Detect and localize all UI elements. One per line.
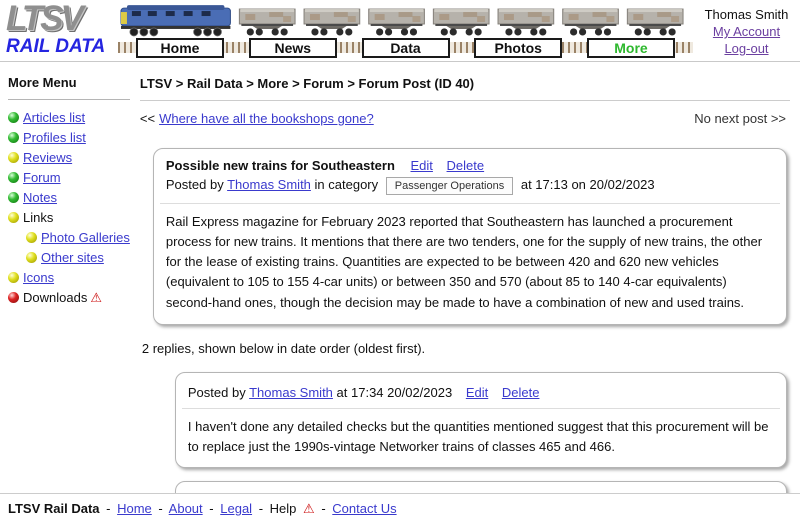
reply-body: I haven't done any detailed checks but t… xyxy=(188,417,774,457)
next-post-text: No next post >> xyxy=(694,111,790,126)
replies-summary: 2 replies, shown below in date order (ol… xyxy=(142,341,790,356)
breadcrumb: LTSV > Rail Data > More > Forum > Forum … xyxy=(140,76,790,91)
prev-post: << Where have all the bookshops gone? xyxy=(140,111,374,126)
sidebar-link-photo-galleries[interactable]: Photo Galleries xyxy=(41,230,130,245)
sidebar: More Menu Articles list Profiles list Re… xyxy=(0,62,136,311)
nav-tab-photos[interactable]: Photos xyxy=(474,38,562,58)
site-header: LTSV RAIL DATA xyxy=(0,0,800,62)
warning-icon: ⚠ xyxy=(90,290,102,305)
sidebar-item-reviews: Reviews xyxy=(8,150,130,165)
sidebar-link-notes[interactable]: Notes xyxy=(23,190,57,205)
footer-separator: - xyxy=(106,501,110,516)
main-nav: Home News Data Photos More xyxy=(118,37,693,58)
yellow-ball-icon xyxy=(8,272,19,283)
sidebar-item-photo-galleries: Photo Galleries xyxy=(26,230,130,245)
post-body: Rail Express magazine for February 2023 … xyxy=(166,212,774,313)
post-pagination: << Where have all the bookshops gone? No … xyxy=(140,111,790,126)
nav-tab-home[interactable]: Home xyxy=(136,38,224,58)
user-panel: Thomas Smith My Account Log-out xyxy=(693,0,800,61)
footer-help-label: Help xyxy=(270,501,297,516)
locomotive xyxy=(121,5,230,36)
train-banner: Home News Data Photos More xyxy=(118,0,693,61)
footer-about-link[interactable]: About xyxy=(169,501,203,516)
reply-edit-link[interactable]: Edit xyxy=(466,385,488,400)
post-delete-link[interactable]: Delete xyxy=(447,158,485,173)
yellow-ball-icon xyxy=(26,252,37,263)
sidebar-item-icons: Icons xyxy=(8,270,130,285)
post-title: Possible new trains for Southeastern xyxy=(166,158,395,173)
posted-by-label: Posted by xyxy=(188,385,246,400)
sidebar-link-reviews[interactable]: Reviews xyxy=(23,150,72,165)
logo-text: LTSV xyxy=(6,1,118,36)
reply-meta: Posted by Thomas Smith at 17:34 20/02/20… xyxy=(188,385,774,400)
sidebar-label-downloads: Downloads xyxy=(23,290,87,305)
sidebar-link-forum[interactable]: Forum xyxy=(23,170,61,185)
sidebar-item-downloads: Downloads⚠ xyxy=(8,290,130,306)
page-body: More Menu Articles list Profiles list Re… xyxy=(0,62,800,526)
reply-author-link[interactable]: Thomas Smith xyxy=(249,385,333,400)
post-author-link[interactable]: Thomas Smith xyxy=(227,177,311,192)
post-edit-link[interactable]: Edit xyxy=(411,158,433,173)
my-account-link[interactable]: My Account xyxy=(693,23,800,40)
nav-tab-more[interactable]: More xyxy=(587,38,675,58)
sidebar-item-forum: Forum xyxy=(8,170,130,185)
prev-arrows: << xyxy=(140,111,155,126)
post-time-label: at 17:13 on 20/02/2023 xyxy=(521,177,655,192)
sidebar-link-icons[interactable]: Icons xyxy=(23,270,54,285)
posted-by-label: Posted by xyxy=(166,177,224,192)
divider xyxy=(8,99,130,100)
category-badge: Passenger Operations xyxy=(386,177,513,195)
divider xyxy=(160,203,780,204)
sidebar-item-notes: Notes xyxy=(8,190,130,205)
footer-legal-link[interactable]: Legal xyxy=(220,501,252,516)
footer-contact-link[interactable]: Contact Us xyxy=(332,501,396,516)
category-prefix-label: in category xyxy=(315,177,379,192)
divider xyxy=(140,100,790,101)
footer-separator: - xyxy=(321,501,325,516)
sidebar-label-links: Links xyxy=(23,210,53,225)
footer-separator: - xyxy=(259,501,263,516)
post-title-row: Possible new trains for Southeastern Edi… xyxy=(166,158,774,173)
site-logo[interactable]: LTSV RAIL DATA xyxy=(0,0,118,61)
footer-separator: - xyxy=(158,501,162,516)
sidebar-item-articles-list: Articles list xyxy=(8,110,130,125)
divider xyxy=(182,408,780,409)
sidebar-menu: Articles list Profiles list Reviews Foru… xyxy=(8,110,130,306)
footer-home-link[interactable]: Home xyxy=(117,501,152,516)
footer-separator: - xyxy=(209,501,213,516)
logo-subtext: RAIL DATA xyxy=(6,36,118,57)
sidebar-link-articles-list[interactable]: Articles list xyxy=(23,110,85,125)
site-footer: LTSV Rail Data - Home - About - Legal - … xyxy=(0,493,800,526)
sidebar-item-other-sites: Other sites xyxy=(26,250,130,265)
train-image xyxy=(118,3,693,37)
page: LTSV RAIL DATA xyxy=(0,0,800,526)
yellow-ball-icon xyxy=(26,232,37,243)
reply-time-label: at 17:34 20/02/2023 xyxy=(337,385,453,400)
warning-icon: ⚠ xyxy=(303,501,315,516)
forum-reply: Posted by Thomas Smith at 17:34 20/02/20… xyxy=(175,372,787,468)
sidebar-item-profiles-list: Profiles list xyxy=(8,130,130,145)
green-ball-icon xyxy=(8,192,19,203)
user-name: Thomas Smith xyxy=(693,6,800,23)
sidebar-title: More Menu xyxy=(8,75,130,90)
reply-delete-link[interactable]: Delete xyxy=(502,385,540,400)
footer-brand: LTSV Rail Data xyxy=(8,501,100,516)
green-ball-icon xyxy=(8,172,19,183)
sidebar-item-links: Links xyxy=(8,210,130,225)
forum-post: Possible new trains for Southeastern Edi… xyxy=(153,148,787,325)
sidebar-link-profiles-list[interactable]: Profiles list xyxy=(23,130,86,145)
sidebar-link-other-sites[interactable]: Other sites xyxy=(41,250,104,265)
prev-post-link[interactable]: Where have all the bookshops gone? xyxy=(159,111,374,126)
logout-link[interactable]: Log-out xyxy=(693,40,800,57)
main-content: LTSV > Rail Data > More > Forum > Forum … xyxy=(136,62,800,526)
red-ball-icon xyxy=(8,292,19,303)
nav-tab-data[interactable]: Data xyxy=(362,38,450,58)
yellow-ball-icon xyxy=(8,212,19,223)
yellow-ball-icon xyxy=(8,152,19,163)
nav-tab-news[interactable]: News xyxy=(249,38,337,58)
green-ball-icon xyxy=(8,132,19,143)
post-meta: Posted by Thomas Smith in category Passe… xyxy=(166,177,774,195)
green-ball-icon xyxy=(8,112,19,123)
